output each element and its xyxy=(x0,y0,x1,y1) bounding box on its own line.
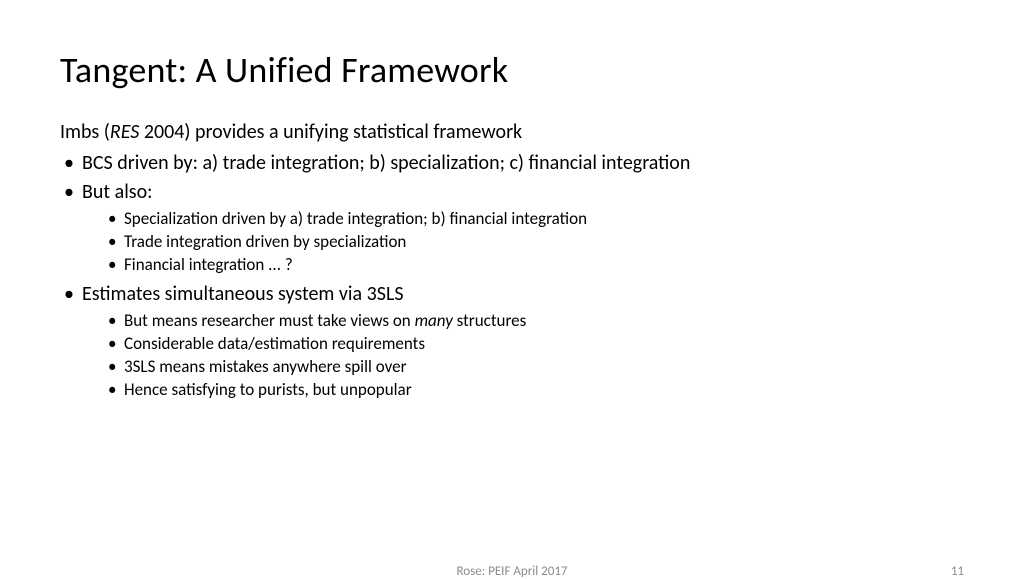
intro-line: Imbs (RES 2004) provides a unifying stat… xyxy=(60,120,964,144)
bullet-2: But also: Specialization driven by a) tr… xyxy=(60,179,964,277)
bullet-3-sub-4: Hence satisfying to purists, but unpopul… xyxy=(106,379,964,402)
b3s1-suffix: structures xyxy=(453,310,526,331)
bullet-3-sub-1: But means researcher must take views on … xyxy=(106,310,964,333)
bullet-2-sub-3: Financial integration ... ? xyxy=(106,254,964,277)
b3s1-italic: many xyxy=(415,310,453,331)
bullet-list: BCS driven by: a) trade integration; b) … xyxy=(60,150,964,402)
intro-suffix: 2004) provides a unifying statistical fr… xyxy=(139,120,522,144)
bullet-2-sublist: Specialization driven by a) trade integr… xyxy=(82,208,964,277)
bullet-2-sub-1: Specialization driven by a) trade integr… xyxy=(106,208,964,231)
intro-prefix: Imbs ( xyxy=(60,120,110,144)
slide-content: Tangent: A Unified Framework Imbs (RES 2… xyxy=(0,0,1024,402)
bullet-2-text: But also: xyxy=(82,180,153,204)
footer-center: Rose: PEIF April 2017 xyxy=(456,564,567,579)
bullet-1: BCS driven by: a) trade integration; b) … xyxy=(60,150,964,177)
slide-title: Tangent: A Unified Framework xyxy=(60,48,964,92)
bullet-3-text: Estimates simultaneous system via 3SLS xyxy=(82,282,404,306)
bullet-3-sub-2: Considerable data/estimation requirement… xyxy=(106,333,964,356)
bullet-3-sublist: But means researcher must take views on … xyxy=(82,310,964,402)
b3s1-prefix: But means researcher must take views on xyxy=(124,310,415,331)
bullet-2-sub-2: Trade integration driven by specializati… xyxy=(106,231,964,254)
page-number: 11 xyxy=(951,564,964,579)
bullet-3: Estimates simultaneous system via 3SLS B… xyxy=(60,281,964,402)
bullet-3-sub-3: 3SLS means mistakes anywhere spill over xyxy=(106,356,964,379)
intro-italic: RES xyxy=(110,120,139,144)
